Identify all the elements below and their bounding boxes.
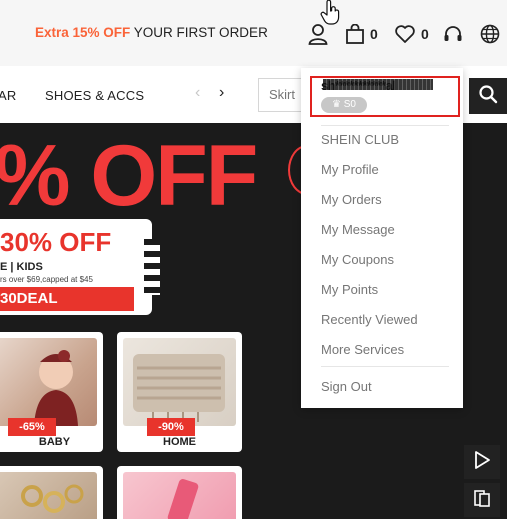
play-icon: [473, 450, 491, 475]
globe-icon: [480, 24, 500, 44]
nav-prev-arrow[interactable]: ‹: [195, 84, 200, 102]
wishlist-button[interactable]: 0: [395, 22, 429, 46]
coupon-code: 30DEAL: [0, 287, 134, 311]
compare-button[interactable]: [464, 483, 500, 517]
coupon-card[interactable]: 30% OFF E | KIDS rs over $69,capped at $…: [0, 219, 160, 315]
pink-product-illustration: [167, 479, 199, 519]
heart-icon: [395, 25, 415, 43]
compare-icon: [473, 488, 491, 513]
category-tile-jewelry[interactable]: [0, 466, 103, 519]
annotation-highlight-box: [310, 76, 460, 117]
category-tile-baby[interactable]: -65% BABY: [0, 332, 103, 452]
play-button[interactable]: [464, 445, 500, 479]
wishlist-count: 0: [421, 26, 429, 42]
search-button[interactable]: [469, 78, 507, 114]
menu-item-my-profile[interactable]: My Profile: [321, 162, 379, 177]
coupon-condition: rs over $69,capped at $45: [0, 275, 93, 284]
menu-item-my-orders[interactable]: My Orders: [321, 192, 382, 207]
discount-badge-baby: -65%: [8, 418, 56, 436]
blanket-illustration: [133, 354, 225, 422]
category-tile-pink[interactable]: [117, 466, 242, 519]
top-bar: Extra 15% OFF YOUR FIRST ORDER 0 0: [0, 0, 507, 66]
discount-badge-home: -90%: [147, 418, 195, 436]
promo-banner[interactable]: Extra 15% OFF YOUR FIRST ORDER: [35, 25, 268, 40]
language-button[interactable]: [480, 22, 500, 46]
nav-item-partial[interactable]: AR: [0, 88, 16, 103]
coupon-categories: E | KIDS: [0, 261, 43, 273]
hand-cursor-icon: [320, 0, 342, 31]
cart-button[interactable]: 0: [346, 22, 378, 46]
nav-next-arrow[interactable]: ›: [219, 84, 224, 102]
pink-product-image: [123, 472, 236, 519]
promo-text: YOUR FIRST ORDER: [130, 25, 268, 40]
nav-item-shoes-accs[interactable]: SHOES & ACCS: [45, 88, 144, 103]
cart-count: 0: [370, 26, 378, 42]
search-icon: [478, 84, 498, 109]
menu-item-my-points[interactable]: My Points: [321, 282, 378, 297]
jewelry-image: [0, 472, 97, 519]
support-button[interactable]: [443, 22, 463, 46]
tile-label-baby: BABY: [38, 436, 71, 448]
menu-item-shein-club[interactable]: SHEIN CLUB: [321, 132, 399, 147]
rings-illustration: [21, 484, 84, 513]
baby-image: [0, 338, 97, 426]
menu-item-my-coupons[interactable]: My Coupons: [321, 252, 394, 267]
account-dropdown: sh***********al ♛ S0 SHEIN CLUB My Profi…: [301, 68, 463, 408]
coupon-notch: [144, 239, 160, 295]
menu-divider: [321, 125, 449, 126]
coupon-percent: 30% OFF: [0, 227, 112, 257]
promo-highlight: Extra 15% OFF: [35, 25, 131, 40]
tile-label-home: HOME: [163, 436, 196, 448]
menu-item-more-services[interactable]: More Services: [321, 342, 404, 357]
headset-icon: [443, 24, 463, 44]
hero-headline: % OFF: [0, 128, 258, 224]
search-box: [258, 78, 309, 112]
baby-illustration: [34, 350, 78, 426]
menu-item-recently-viewed[interactable]: Recently Viewed: [321, 312, 418, 327]
menu-divider: [321, 366, 449, 367]
menu-item-my-message[interactable]: My Message: [321, 222, 395, 237]
category-tile-home[interactable]: -90% HOME: [117, 332, 242, 452]
bag-icon: [346, 24, 364, 44]
menu-item-sign-out[interactable]: Sign Out: [321, 379, 372, 394]
home-image: [123, 338, 236, 426]
